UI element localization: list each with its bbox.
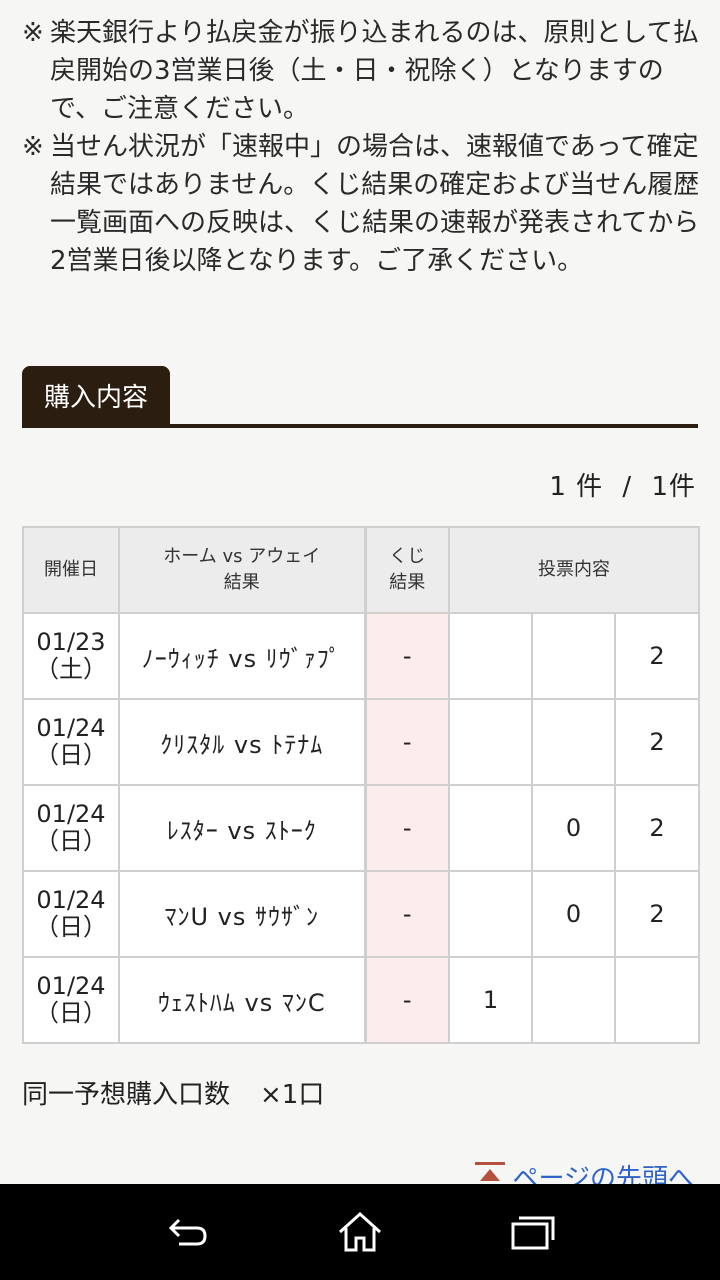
match-date-cell: 01/24 （日） bbox=[22, 784, 120, 872]
table-header-row: 開催日 ホーム vs アウェイ 結果 くじ 結果 投票内容 bbox=[22, 526, 701, 614]
vote-2-cell bbox=[613, 956, 701, 1044]
count-separator: / bbox=[622, 472, 633, 502]
match-date-cell: 01/23 （土） bbox=[22, 612, 120, 700]
match-cell: ｳｪｽﾄﾊﾑ vs ﾏﾝC bbox=[118, 956, 366, 1044]
vote-2-cell: 2 bbox=[613, 612, 701, 700]
vote-2-cell: 2 bbox=[613, 698, 701, 786]
notice-mark: ※ bbox=[22, 132, 44, 162]
match-date: 01/24 bbox=[36, 800, 106, 828]
vote-0-cell bbox=[531, 956, 616, 1044]
recents-icon[interactable] bbox=[503, 1202, 563, 1262]
match-cell: ﾉｰｳｨｯﾁ vs ﾘｳﾞｧﾌﾟ bbox=[118, 612, 366, 700]
kuji-result-cell: - bbox=[363, 612, 450, 700]
table-row: 01/24 （日） ｸﾘｽﾀﾙ vs ﾄﾃﾅﾑ - 2 bbox=[22, 698, 701, 786]
match-day: （日） bbox=[35, 741, 107, 769]
section-header: 購入内容 bbox=[22, 366, 698, 428]
kuji-result-cell: - bbox=[363, 698, 450, 786]
notice-text: 当せん状況が「速報中」の場合は、速報値であって確定結果ではありません。くじ結果の… bbox=[50, 132, 700, 276]
notice-text: 楽天銀行より払戻金が振り込まれるのは、原則として払戻開始の3営業日後（土・日・祝… bbox=[50, 18, 699, 124]
vote-1-cell bbox=[448, 698, 533, 786]
match-day: （日） bbox=[35, 999, 107, 1027]
notice-mark: ※ bbox=[22, 18, 44, 48]
header-kuji-line2: 結果 bbox=[389, 572, 426, 593]
header-kuji-line1: くじ bbox=[389, 546, 426, 567]
same-count-label: 同一予想購入口数 bbox=[22, 1080, 231, 1110]
vote-1-cell: 1 bbox=[448, 956, 533, 1044]
header-match: ホーム vs アウェイ 結果 bbox=[118, 526, 366, 614]
table-row: 01/24 （日） ﾏﾝU vs ｻｳｻﾞﾝ - 0 2 bbox=[22, 870, 701, 958]
match-date: 01/24 bbox=[36, 714, 106, 742]
page-top-label: ページの先頭へ bbox=[512, 1164, 694, 1186]
system-navbar bbox=[0, 1184, 720, 1280]
vote-0-cell: 0 bbox=[531, 870, 616, 958]
match-date: 01/24 bbox=[36, 972, 106, 1000]
section-title: 購入内容 bbox=[22, 366, 170, 424]
purchase-table: 開催日 ホーム vs アウェイ 結果 くじ 結果 投票内容 01/23 （土） … bbox=[22, 526, 701, 1044]
header-kuji: くじ 結果 bbox=[363, 526, 450, 614]
match-date-cell: 01/24 （日） bbox=[22, 870, 120, 958]
vote-1-cell bbox=[448, 612, 533, 700]
vote-1-cell bbox=[448, 870, 533, 958]
match-cell: ﾚｽﾀｰ vs ｽﾄｰｸ bbox=[118, 784, 366, 872]
vote-2-cell: 2 bbox=[613, 784, 701, 872]
same-prediction-count: 同一予想購入口数 ×1口 bbox=[22, 1074, 324, 1111]
header-date: 開催日 bbox=[22, 526, 120, 614]
match-date: 01/24 bbox=[36, 886, 106, 914]
vote-0-cell bbox=[531, 612, 616, 700]
notice-item: ※ 当せん状況が「速報中」の場合は、速報値であって確定結果ではありません。くじ結… bbox=[22, 128, 702, 280]
same-count-value: ×1口 bbox=[260, 1080, 325, 1110]
match-day: （土） bbox=[35, 655, 107, 683]
vote-0-cell: 0 bbox=[531, 784, 616, 872]
header-match-line1: ホーム vs アウェイ bbox=[163, 546, 321, 567]
vote-2-cell: 2 bbox=[613, 870, 701, 958]
current-count: 1 件 bbox=[549, 472, 604, 502]
result-count: 1 件 / 1件 bbox=[539, 466, 696, 503]
match-cell: ﾏﾝU vs ｻｳｻﾞﾝ bbox=[118, 870, 366, 958]
header-match-line2: 結果 bbox=[223, 572, 260, 593]
kuji-result-cell: - bbox=[363, 870, 450, 958]
table-row: 01/24 （日） ﾚｽﾀｰ vs ｽﾄｰｸ - 0 2 bbox=[22, 784, 701, 872]
match-cell: ｸﾘｽﾀﾙ vs ﾄﾃﾅﾑ bbox=[118, 698, 366, 786]
back-icon[interactable] bbox=[157, 1202, 217, 1262]
table-row: 01/23 （土） ﾉｰｳｨｯﾁ vs ﾘｳﾞｧﾌﾟ - 2 bbox=[22, 612, 701, 700]
notice-section: ※ 楽天銀行より払戻金が振り込まれるのは、原則として払戻開始の3営業日後（土・日… bbox=[22, 14, 702, 280]
match-date-cell: 01/24 （日） bbox=[22, 698, 120, 786]
match-date: 01/23 bbox=[36, 628, 106, 656]
vote-0-cell bbox=[531, 698, 616, 786]
match-date-cell: 01/24 （日） bbox=[22, 956, 120, 1044]
header-vote: 投票内容 bbox=[447, 526, 701, 614]
table-row: 01/24 （日） ｳｪｽﾄﾊﾑ vs ﾏﾝC - 1 bbox=[22, 956, 701, 1044]
match-day: （日） bbox=[35, 827, 107, 855]
arrow-up-icon bbox=[474, 1162, 505, 1186]
page-top-link[interactable]: ページの先頭へ bbox=[474, 1158, 694, 1186]
notice-item: ※ 楽天銀行より払戻金が振り込まれるのは、原則として払戻開始の3営業日後（土・日… bbox=[22, 14, 702, 128]
match-day: （日） bbox=[35, 913, 107, 941]
kuji-result-cell: - bbox=[363, 784, 450, 872]
kuji-result-cell: - bbox=[363, 956, 450, 1044]
vote-1-cell bbox=[448, 784, 533, 872]
total-count: 1件 bbox=[651, 472, 696, 502]
home-icon[interactable] bbox=[330, 1202, 390, 1262]
